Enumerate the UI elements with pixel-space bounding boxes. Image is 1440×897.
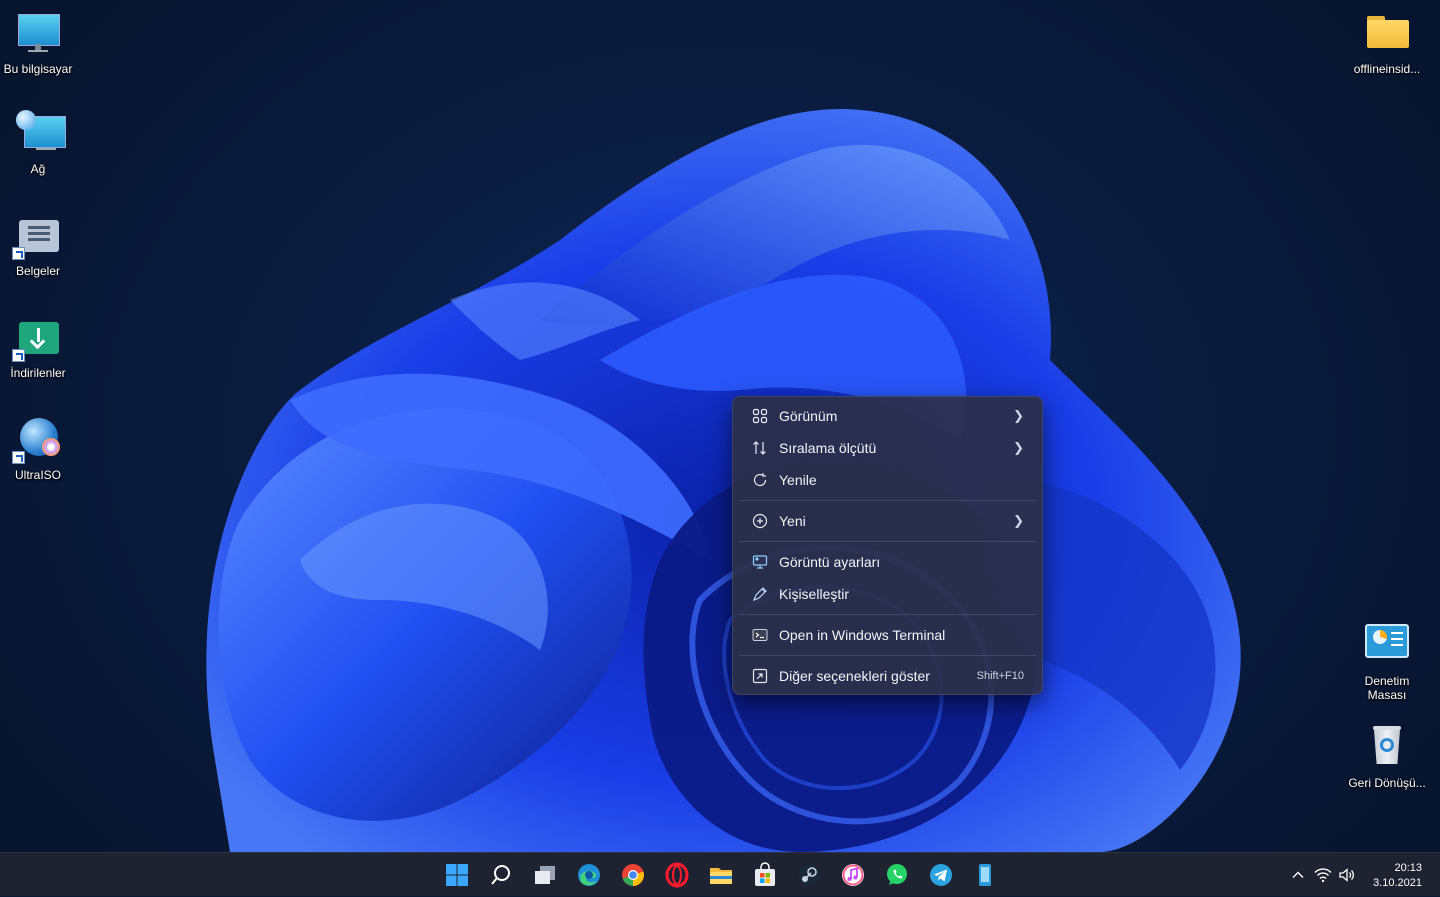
network-globe-icon xyxy=(14,110,66,158)
steam-icon[interactable] xyxy=(795,861,823,889)
itunes-icon[interactable] xyxy=(839,861,867,889)
terminal-icon xyxy=(751,626,769,644)
desktop-icon-label: İndirilenler xyxy=(10,366,66,380)
desktop-icon-label: Belgeler xyxy=(15,264,61,278)
menu-item-new[interactable]: Yeni ❯ xyxy=(737,505,1038,537)
desktop-icon-control-panel[interactable]: Denetim Masası xyxy=(1348,622,1426,702)
telegram-icon[interactable] xyxy=(927,861,955,889)
search-icon[interactable] xyxy=(487,861,515,889)
edge-icon[interactable] xyxy=(575,861,603,889)
desktop-icon-label: Denetim Masası xyxy=(1364,674,1410,702)
desktop-icon-label: Bu bilgisayar xyxy=(3,62,73,76)
sort-icon xyxy=(751,439,769,457)
menu-separator xyxy=(739,614,1036,615)
more-options-icon xyxy=(751,667,769,685)
new-plus-icon xyxy=(751,512,769,530)
menu-item-label: Yenile xyxy=(779,472,817,488)
menu-item-label: Görüntü ayarları xyxy=(779,554,881,570)
desktop-icon-label: Ağ xyxy=(30,162,46,176)
menu-item-label: Diğer seçenekleri göster xyxy=(779,668,930,684)
refresh-icon xyxy=(751,471,769,489)
clock[interactable]: 20:13 3.10.2021 xyxy=(1373,861,1422,891)
shortcut-arrow-icon xyxy=(12,451,25,464)
menu-separator xyxy=(739,541,1036,542)
keyboard-shortcut: Shift+F10 xyxy=(976,670,1024,682)
wifi-icon[interactable] xyxy=(1312,861,1334,889)
volume-icon[interactable] xyxy=(1336,861,1358,889)
menu-separator xyxy=(739,500,1036,501)
desktop-icon-label: Geri Dönüşü... xyxy=(1348,776,1426,790)
task-view-icon[interactable] xyxy=(531,861,559,889)
store-icon[interactable] xyxy=(751,861,779,889)
whatsapp-icon[interactable] xyxy=(883,861,911,889)
menu-item-label: Görünüm xyxy=(779,408,838,424)
phone-app-icon[interactable] xyxy=(971,861,999,889)
menu-item-label: Open in Windows Terminal xyxy=(779,627,946,643)
desktop[interactable]: Bu bilgisayar Ağ Belgeler İndirilenler U… xyxy=(0,0,1440,852)
desktop-icon-downloads[interactable]: İndirilenler xyxy=(0,314,76,380)
personalize-pen-icon xyxy=(751,585,769,603)
file-explorer-icon[interactable] xyxy=(707,861,735,889)
menu-separator xyxy=(739,655,1036,656)
menu-item-personalize[interactable]: Kişiselleştir xyxy=(737,578,1038,610)
documents-folder-icon xyxy=(12,212,62,260)
recycle-bin-icon xyxy=(1363,724,1411,772)
menu-item-label: Sıralama ölçütü xyxy=(779,440,877,456)
chevron-up-icon[interactable] xyxy=(1288,861,1308,889)
menu-item-view[interactable]: Görünüm ❯ xyxy=(737,400,1038,432)
desktop-icon-label: UltraISO xyxy=(14,468,61,482)
desktop-icon-label: offlineinsid... xyxy=(1353,62,1421,76)
desktop-icon-this-pc[interactable]: Bu bilgisayar xyxy=(0,10,76,76)
desktop-icon-documents[interactable]: Belgeler xyxy=(0,212,76,278)
menu-item-label: Yeni xyxy=(779,513,806,529)
chevron-right-icon: ❯ xyxy=(1013,440,1024,455)
clock-date: 3.10.2021 xyxy=(1373,877,1422,889)
desktop-icon-ultraiso[interactable]: UltraISO xyxy=(0,416,76,482)
folder-icon xyxy=(1363,10,1411,58)
menu-item-sort-by[interactable]: Sıralama ölçütü ❯ xyxy=(737,432,1038,464)
menu-item-open-terminal[interactable]: Open in Windows Terminal xyxy=(737,619,1038,651)
menu-item-show-more-options[interactable]: Diğer seçenekleri göster Shift+F10 xyxy=(737,660,1038,692)
control-panel-icon xyxy=(1363,622,1411,670)
downloads-folder-icon xyxy=(12,314,62,362)
taskbar: 20:13 3.10.2021 xyxy=(0,852,1440,896)
start-icon[interactable] xyxy=(443,861,471,889)
chevron-right-icon: ❯ xyxy=(1013,513,1024,528)
menu-item-refresh[interactable]: Yenile xyxy=(737,464,1038,496)
chevron-right-icon: ❯ xyxy=(1013,408,1024,423)
opera-icon[interactable] xyxy=(663,861,691,889)
view-grid-icon xyxy=(751,407,769,425)
monitor-icon xyxy=(14,10,62,58)
menu-item-label: Kişiselleştir xyxy=(779,586,850,602)
desktop-icon-folder[interactable]: offlineinsid... xyxy=(1348,10,1426,76)
ultraiso-disc-icon xyxy=(12,416,62,464)
menu-item-display-settings[interactable]: Görüntü ayarları xyxy=(737,546,1038,578)
shortcut-arrow-icon xyxy=(12,349,25,362)
desktop-icon-network[interactable]: Ağ xyxy=(0,110,76,176)
desktop-icon-recycle-bin[interactable]: Geri Dönüşü... xyxy=(1348,724,1426,790)
shortcut-arrow-icon xyxy=(12,247,25,260)
clock-time: 20:13 xyxy=(1394,862,1422,874)
chrome-icon[interactable] xyxy=(619,861,647,889)
desktop-context-menu: Görünüm ❯ Sıralama ölçütü ❯ Yenile Yeni … xyxy=(732,396,1043,695)
wallpaper-bloom xyxy=(206,109,1241,852)
display-settings-icon xyxy=(751,553,769,571)
